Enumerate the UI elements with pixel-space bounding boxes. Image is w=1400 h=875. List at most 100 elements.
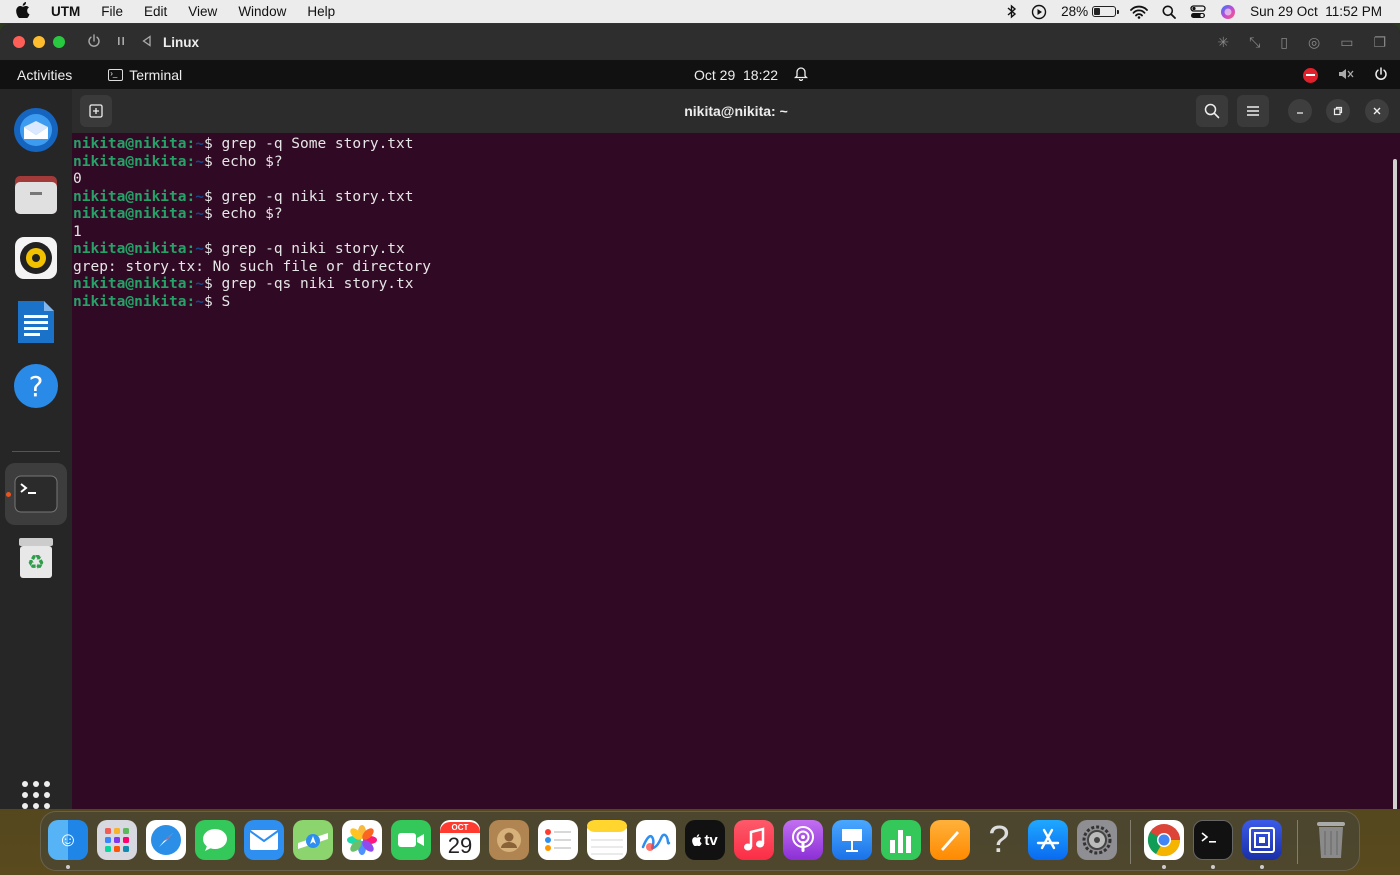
terminal-output-line: grep: story.tx: No such file or director… bbox=[73, 259, 1400, 277]
display-settings-icon[interactable]: ✳ bbox=[1217, 34, 1229, 51]
libreoffice-writer-icon[interactable] bbox=[10, 296, 62, 348]
close-button[interactable] bbox=[1365, 99, 1389, 123]
keynote-icon[interactable] bbox=[832, 820, 872, 860]
menubar-clock[interactable]: Sun 29 Oct 11:52 PM bbox=[1250, 4, 1382, 19]
music-icon[interactable] bbox=[734, 820, 774, 860]
terminal-window: nikita@nikita: ~ nikita@nikita:~$ grep -… bbox=[72, 89, 1400, 809]
utm-icon[interactable] bbox=[1242, 820, 1282, 860]
volume-muted-icon[interactable] bbox=[1338, 67, 1354, 84]
terminal-scrollbar[interactable] bbox=[1393, 159, 1397, 809]
maps-icon[interactable] bbox=[293, 820, 333, 860]
help-question-icon[interactable]: ? bbox=[979, 819, 1019, 861]
facetime-icon[interactable] bbox=[391, 820, 431, 860]
drive-icon[interactable]: ◎ bbox=[1308, 34, 1320, 51]
shared-folder-icon[interactable]: ▭ bbox=[1340, 34, 1353, 51]
prompt-separator: : bbox=[186, 188, 196, 205]
usb-icon[interactable]: ▯ bbox=[1280, 34, 1288, 51]
search-button[interactable] bbox=[1196, 95, 1228, 127]
trash-icon[interactable]: ♻ bbox=[10, 532, 62, 584]
battery-icon bbox=[1092, 6, 1120, 17]
minimize-button[interactable] bbox=[1288, 99, 1312, 123]
control-center-icon[interactable] bbox=[1190, 4, 1206, 19]
resize-icon[interactable]: ⤡ bbox=[1249, 34, 1260, 51]
prompt-path: ~ bbox=[195, 153, 204, 170]
menu-button[interactable] bbox=[1237, 95, 1269, 127]
prompt-separator: : bbox=[186, 241, 196, 257]
bluetooth-icon[interactable] bbox=[1007, 4, 1017, 19]
running-indicator bbox=[66, 865, 70, 869]
mac-trash-icon[interactable] bbox=[1311, 820, 1351, 860]
notes-icon[interactable] bbox=[587, 820, 627, 860]
app-menu-terminal[interactable]: ›_ Terminal bbox=[108, 67, 182, 83]
terminal-icon[interactable] bbox=[5, 463, 67, 525]
terminal-command-line: nikita@nikita:~$ grep -q niki story.tx bbox=[73, 241, 1400, 259]
reminders-icon[interactable] bbox=[538, 820, 578, 860]
pages-icon[interactable] bbox=[930, 820, 970, 860]
launchpad-icon[interactable] bbox=[97, 820, 137, 860]
terminal-output[interactable]: nikita@nikita:~$ grep -q Some story.txt n… bbox=[72, 133, 1400, 809]
output-text: 0 bbox=[73, 171, 82, 187]
command-text: S bbox=[221, 293, 231, 310]
podcasts-icon[interactable] bbox=[783, 820, 823, 860]
safari-icon[interactable] bbox=[146, 820, 186, 860]
finder-icon[interactable]: ☺ bbox=[48, 820, 88, 860]
activities-button[interactable]: Activities bbox=[17, 67, 72, 83]
menu-window[interactable]: Window bbox=[238, 4, 286, 19]
prompt-user: nikita@nikita bbox=[73, 241, 187, 257]
zoom-window-button[interactable] bbox=[53, 36, 65, 48]
freeform-icon[interactable] bbox=[636, 820, 676, 860]
app-store-icon[interactable] bbox=[1028, 820, 1068, 860]
files-icon[interactable] bbox=[10, 168, 62, 220]
contacts-icon[interactable] bbox=[489, 820, 529, 860]
photos-icon[interactable] bbox=[342, 820, 382, 860]
mail-icon[interactable] bbox=[244, 820, 284, 860]
thunderbird-icon[interactable] bbox=[10, 104, 62, 156]
system-power-icon[interactable] bbox=[1374, 66, 1388, 84]
new-tab-button[interactable] bbox=[80, 95, 112, 127]
gnome-clock[interactable]: Oct 29 18:22 bbox=[694, 67, 778, 83]
prompt-separator: : bbox=[186, 136, 196, 152]
mac-terminal-icon[interactable] bbox=[1193, 820, 1233, 860]
menu-file[interactable]: File bbox=[101, 4, 123, 19]
numbers-icon[interactable] bbox=[881, 820, 921, 860]
system-settings-icon[interactable] bbox=[1077, 820, 1117, 860]
menu-edit[interactable]: Edit bbox=[144, 4, 167, 19]
pause-icon[interactable] bbox=[115, 34, 127, 50]
siri-icon[interactable] bbox=[1220, 4, 1236, 20]
vm-title: Linux bbox=[163, 34, 199, 50]
terminal-output-line: 1 bbox=[73, 224, 1400, 242]
spotlight-search-icon[interactable] bbox=[1162, 5, 1177, 19]
menu-help[interactable]: Help bbox=[307, 4, 335, 19]
prompt-path: ~ bbox=[195, 136, 204, 152]
apple-menu-icon[interactable] bbox=[16, 2, 30, 21]
minimize-window-button[interactable] bbox=[33, 36, 45, 48]
battery-status[interactable]: 28% bbox=[1061, 4, 1120, 19]
app-menu-utm[interactable]: UTM bbox=[51, 4, 80, 19]
windows-icon[interactable]: ❐ bbox=[1373, 34, 1386, 51]
mac-menubar: UTM File Edit View Window Help 28% Sun 2… bbox=[0, 0, 1400, 23]
prompt-symbol: $ bbox=[203, 136, 222, 152]
app-grid-icon[interactable] bbox=[10, 769, 62, 809]
notification-bell-icon[interactable] bbox=[793, 65, 809, 85]
rhythmbox-icon[interactable] bbox=[10, 232, 62, 284]
now-playing-icon[interactable] bbox=[1031, 4, 1047, 20]
help-icon[interactable]: ? bbox=[10, 360, 62, 412]
back-triangle-icon[interactable] bbox=[141, 34, 153, 50]
terminal-small-icon: ›_ bbox=[108, 69, 124, 81]
prompt-path: ~ bbox=[195, 293, 204, 310]
calendar-icon[interactable]: OCT 29 bbox=[440, 820, 480, 860]
restore-button[interactable] bbox=[1326, 99, 1350, 123]
messages-icon[interactable] bbox=[195, 820, 235, 860]
menu-view[interactable]: View bbox=[188, 4, 217, 19]
close-window-button[interactable] bbox=[13, 36, 25, 48]
do-not-disturb-icon[interactable] bbox=[1303, 67, 1318, 83]
chrome-icon[interactable] bbox=[1144, 820, 1184, 860]
prompt-user: nikita@nikita bbox=[73, 153, 187, 170]
terminal-command-line: nikita@nikita:~$ echo $? bbox=[73, 206, 1400, 224]
power-icon[interactable] bbox=[87, 33, 101, 51]
apple-tv-icon[interactable]: tv bbox=[685, 820, 725, 860]
wifi-icon[interactable] bbox=[1130, 5, 1149, 19]
command-text: echo $? bbox=[221, 206, 283, 222]
terminal-headerbar: nikita@nikita: ~ bbox=[72, 89, 1400, 133]
prompt-path: ~ bbox=[195, 241, 204, 257]
